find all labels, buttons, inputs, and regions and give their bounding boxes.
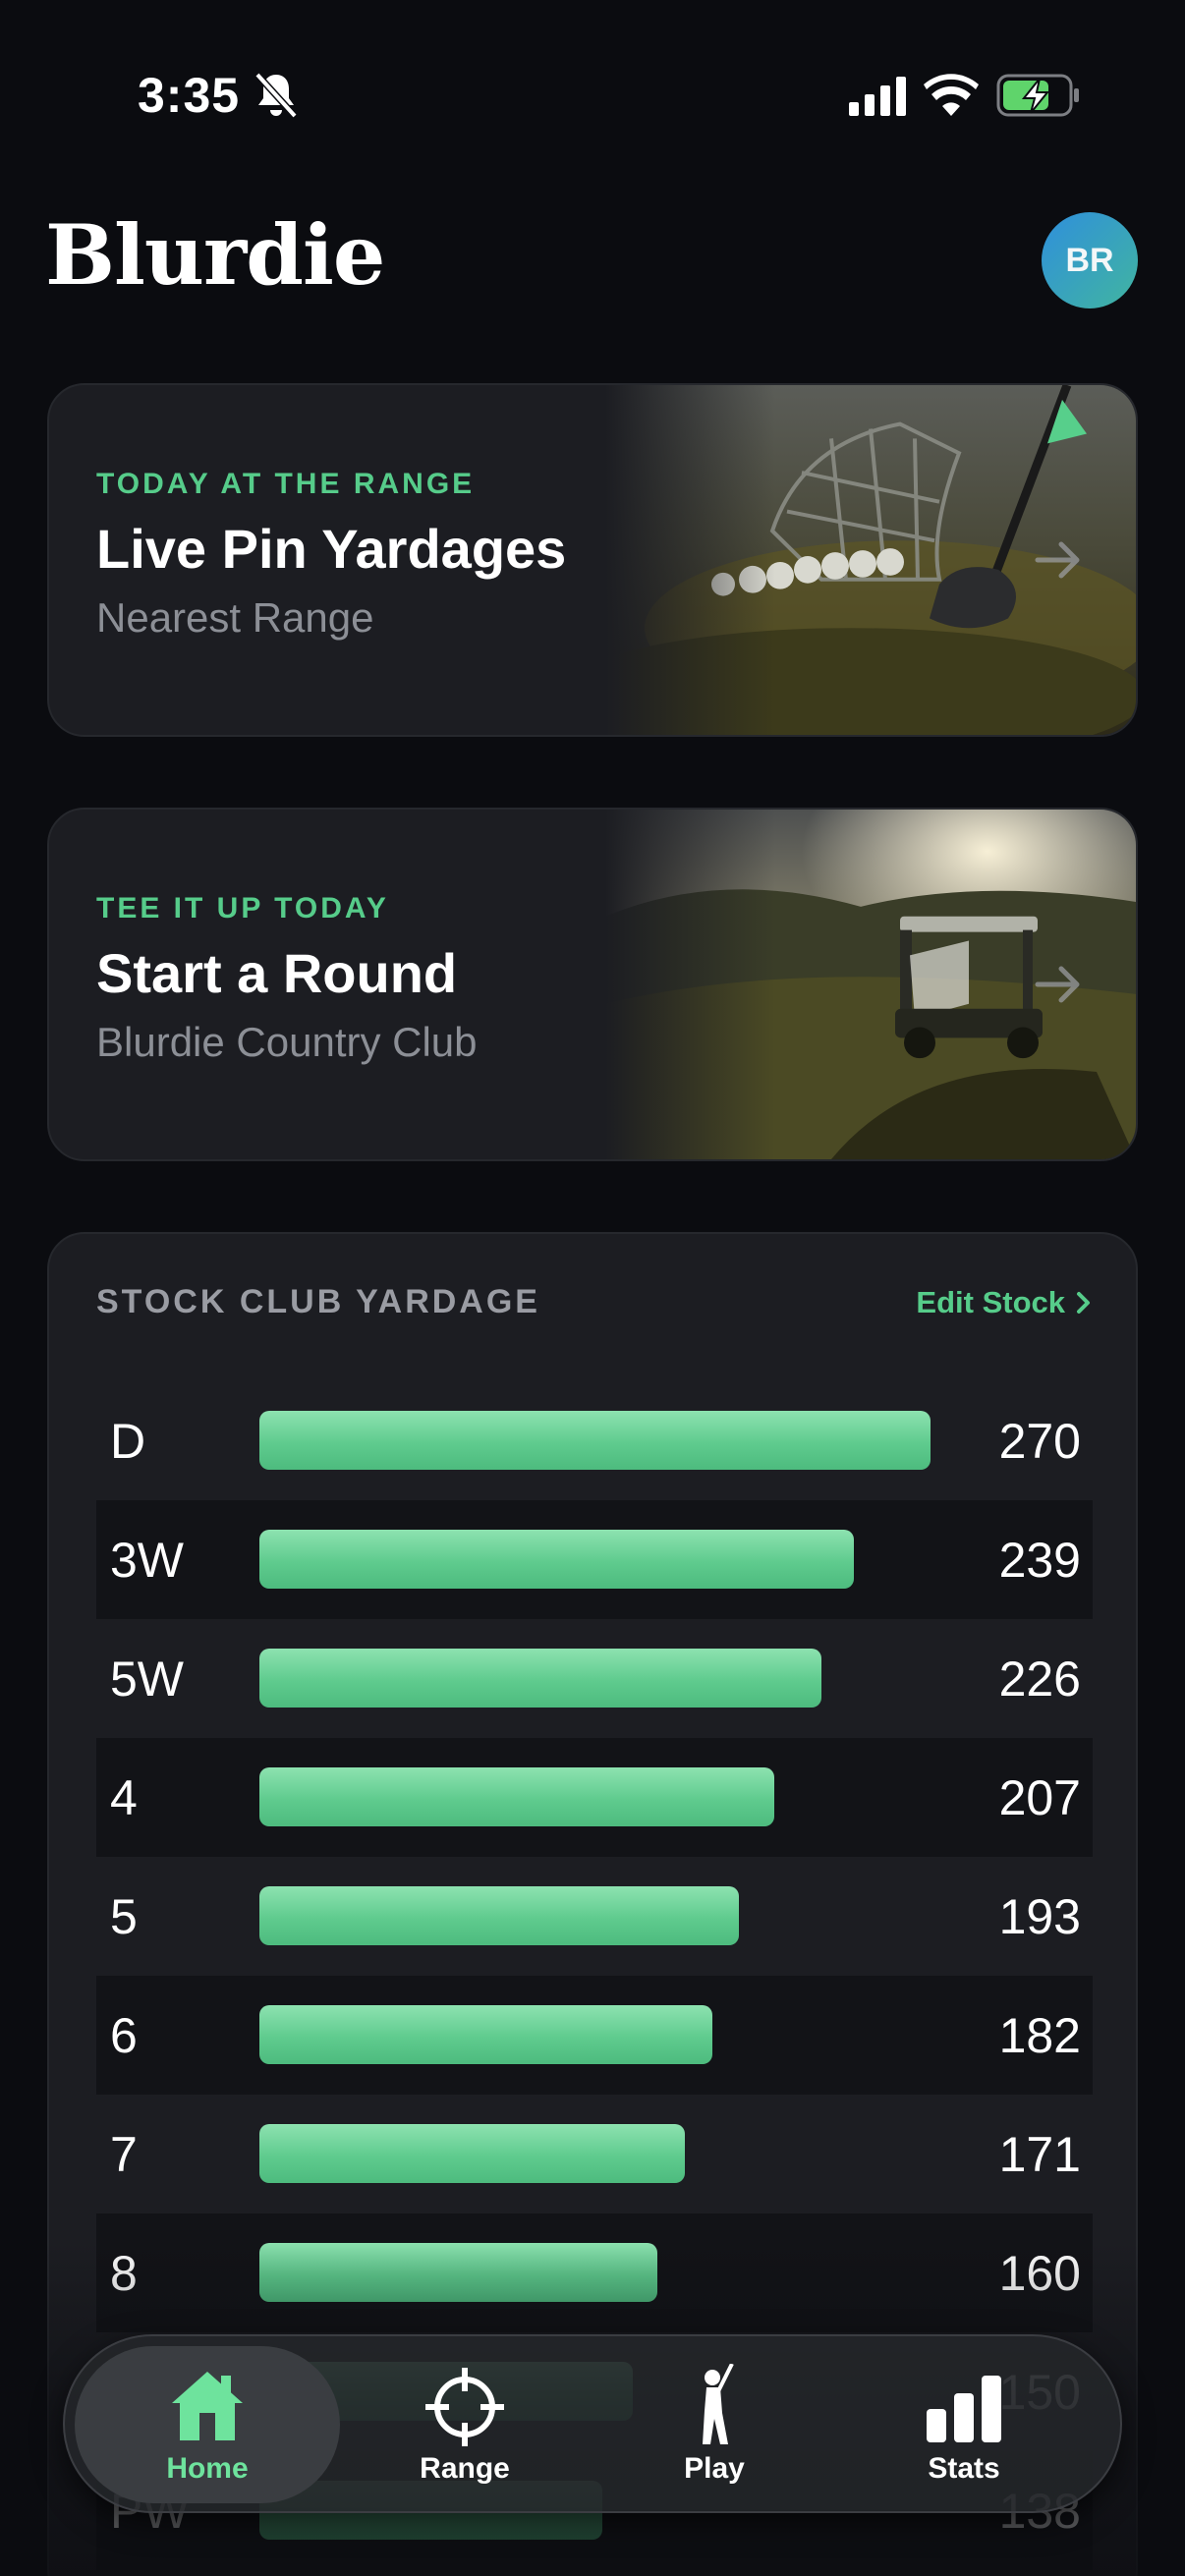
card-subtitle: Nearest Range [96,594,374,641]
edit-stock-link[interactable]: Edit Stock [916,1285,1093,1320]
status-bar: 3:35 [0,0,1185,196]
club-row: 3W 239 [96,1500,1093,1619]
club-row: 5 193 [96,1857,1093,1976]
yardage-bar-track [259,1886,981,1945]
bar-chart-icon [927,2376,1001,2442]
cellular-signal-icon [849,77,906,116]
app-title: Blurdie [45,206,385,304]
yardage-value: 239 [998,1533,1081,1588]
club-name: 7 [110,2127,138,2182]
range-card[interactable]: TODAY AT THE RANGE Live Pin Yardages Nea… [47,383,1138,737]
yardage-bar [259,2124,685,2183]
yardage-bar-track [259,1767,981,1826]
club-name: D [110,1414,146,1469]
yardage-bar-track [259,2124,981,2183]
club-name: 8 [110,2246,138,2301]
club-row: 8 160 [96,2213,1093,2332]
crosshair-icon [425,2368,504,2446]
club-name: 4 [110,1770,138,1825]
card-title: Start a Round [96,942,458,1004]
club-name: 6 [110,2008,138,2063]
yardage-bar-track [259,1530,981,1589]
yardage-value: 193 [998,1889,1081,1944]
card-subtitle: Blurdie Country Club [96,1019,478,1065]
tab-label: Home [166,2452,249,2485]
tab-label: Stats [928,2452,1000,2485]
club-name: 3W [110,1533,184,1588]
bell-off-icon [254,72,298,119]
yardage-value: 160 [998,2246,1081,2301]
club-row: 5W 226 [96,1619,1093,1738]
edit-stock-label: Edit Stock [916,1285,1065,1319]
tab-label: Play [684,2452,745,2485]
yardage-bar [259,1530,854,1589]
yardage-bar [259,2243,657,2302]
yardage-value: 182 [998,2008,1081,2063]
tab-label: Range [420,2452,510,2485]
club-row: 6 182 [96,1976,1093,2095]
home-icon [172,2372,243,2440]
yardage-value: 207 [998,1770,1081,1825]
card-title: Live Pin Yardages [96,518,567,580]
yardage-bar-track [259,2243,981,2302]
yardage-bar-track [259,1411,981,1470]
golfer-icon [703,2364,734,2444]
club-row: 4 207 [96,1738,1093,1857]
wifi-icon [924,74,979,116]
tab-home[interactable]: Home [75,2346,340,2503]
yardage-value: 270 [998,1414,1081,1469]
club-name: 5 [110,1889,138,1944]
club-row: D 270 [96,1381,1093,1500]
chevron-right-icon [1077,1292,1090,1314]
battery-charging-icon [996,74,1079,117]
club-row: 7 171 [96,2095,1093,2213]
yardage-bar-track [259,2005,981,2064]
yardage-bar-track [259,1649,981,1708]
yardage-bar [259,1767,774,1826]
yardage-bar [259,1649,821,1708]
yardage-value: 171 [998,2127,1081,2182]
arrow-right-icon [1035,966,1080,1003]
round-card[interactable]: TEE IT UP TODAY Start a Round Blurdie Co… [47,808,1138,1161]
yardage-bar [259,1411,931,1470]
arrow-right-icon [1035,541,1080,579]
card-eyebrow: TEE IT UP TODAY [96,892,389,924]
tab-play[interactable]: Play [582,2346,847,2503]
tab-stats[interactable]: Stats [831,2346,1097,2503]
club-name: 5W [110,1652,184,1707]
yardage-bar [259,1886,739,1945]
stock-title: STOCK CLUB YARDAGE [96,1283,540,1320]
yardage-value: 226 [998,1652,1081,1707]
stock-header: STOCK CLUB YARDAGE Edit Stock [96,1283,1093,1332]
card-eyebrow: TODAY AT THE RANGE [96,468,476,500]
tab-bar: Home Range Play Stats [63,2334,1122,2513]
status-time: 3:35 [138,68,241,123]
tab-range[interactable]: Range [332,2346,597,2503]
avatar[interactable]: BR [1042,212,1138,308]
yardage-bar [259,2005,712,2064]
